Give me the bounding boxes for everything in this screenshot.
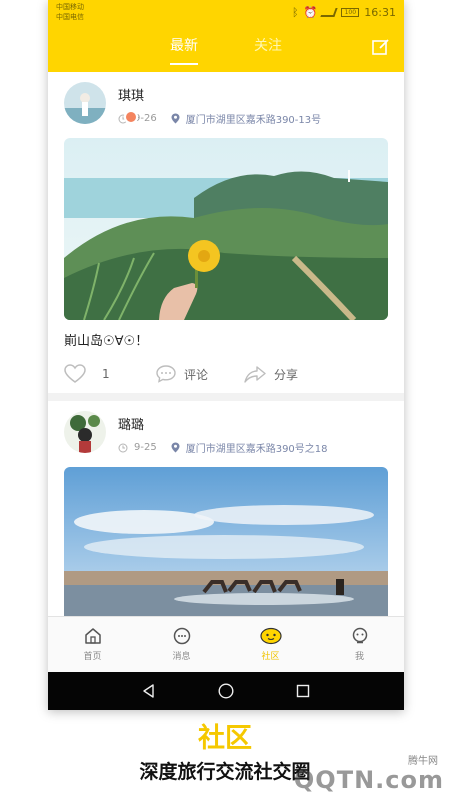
app-header: 最新 关注 (48, 24, 404, 72)
carrier-info: 中国移动 中国电信 (56, 2, 84, 22)
carrier-1: 中国移动 (56, 3, 84, 11)
tabbar-label: 社区 (261, 652, 280, 662)
like-count: 1 (102, 367, 110, 381)
post-actions: 1 评论 分享 (64, 363, 388, 385)
username[interactable]: 琪琪 (118, 85, 321, 104)
location-pin-icon (171, 442, 180, 453)
tabbar-item-home[interactable]: 首页 (48, 617, 137, 672)
post-card[interactable]: 璐璐 9-25 厦门市湖里区嘉禾路390号之18 (48, 110, 404, 616)
meta-row: 9-25 厦门市湖里区嘉禾路390号之18 (118, 440, 328, 455)
status-bar: 中国移动 中国电信 ᛒ ⏰ 100 16:31 (48, 0, 404, 24)
post-card[interactable]: 琪琪 9-26 厦门市湖里区嘉禾路390-13号 崱山岛☉∀☉！ 1 评论 分享 (48, 72, 404, 393)
watermark-text: 腾牛网 (408, 756, 438, 767)
location-pin-icon (171, 113, 180, 124)
home-circle-icon[interactable] (218, 683, 234, 699)
comment-icon (156, 365, 176, 383)
promo-title: 社区 (198, 723, 252, 754)
gender-badge-icon (124, 110, 138, 124)
user-meta: 琪琪 9-26 厦门市湖里区嘉禾路390-13号 (118, 82, 321, 126)
tab-latest[interactable]: 最新 (170, 35, 198, 61)
tabbar-item-profile[interactable]: 我 (315, 617, 404, 672)
tabbar-label: 我 (354, 652, 364, 662)
back-icon[interactable] (142, 684, 156, 698)
meta-row: 9-26 厦门市湖里区嘉禾路390-13号 (118, 111, 321, 126)
share-label: 分享 (274, 367, 299, 382)
post-header: 琪琪 9-26 厦门市湖里区嘉禾路390-13号 (64, 82, 388, 130)
like-button[interactable]: 1 (64, 364, 156, 384)
signal-icon (320, 7, 338, 17)
tabbar-label: 首页 (83, 652, 102, 662)
community-icon (259, 627, 282, 645)
avatar[interactable] (64, 82, 106, 124)
user-meta: 璐璐 9-25 厦门市湖里区嘉禾路390号之18 (118, 411, 328, 455)
post-photo-horses[interactable] (64, 467, 388, 616)
tabbar-label: 消息 (172, 652, 191, 662)
phone-screen: 中国移动 中国电信 ᛒ ⏰ 100 16:31 最新 关注 琪琪 9-26 厦门… (48, 0, 404, 710)
share-icon (244, 366, 266, 383)
clock-icon (118, 443, 128, 452)
bluetooth-icon: ᛒ (291, 5, 299, 19)
edit-icon[interactable] (372, 38, 390, 56)
page: 中国移动 中国电信 ᛒ ⏰ 100 16:31 最新 关注 琪琪 9-26 厦门… (0, 0, 450, 800)
post-header: 璐璐 9-25 厦门市湖里区嘉禾路390号之18 (64, 110, 388, 459)
post-location[interactable]: 厦门市湖里区嘉禾路390-13号 (186, 111, 321, 126)
android-nav-bar (48, 672, 404, 710)
username[interactable]: 璐璐 (118, 414, 328, 433)
comment-button[interactable]: 评论 (156, 365, 244, 383)
recent-apps-icon[interactable] (296, 684, 310, 698)
clock-time: 16:31 (364, 5, 396, 19)
watermark-logo: QQTN.com (293, 766, 444, 794)
alarm-icon: ⏰ (303, 5, 318, 19)
tabbar-item-community[interactable]: 社区 (226, 617, 315, 672)
battery-icon: 100 (341, 7, 360, 17)
carrier-2: 中国电信 (56, 13, 84, 21)
share-button[interactable]: 分享 (244, 365, 298, 383)
feed: 琪琪 9-26 厦门市湖里区嘉禾路390-13号 崱山岛☉∀☉！ 1 评论 分享… (48, 72, 404, 616)
message-icon (173, 627, 190, 645)
home-icon (84, 628, 101, 644)
comment-label: 评论 (184, 367, 209, 382)
tabbar-item-messages[interactable]: 消息 (137, 617, 226, 672)
post-photo-island[interactable] (64, 138, 388, 320)
post-location[interactable]: 厦门市湖里区嘉禾路390号之18 (186, 440, 328, 455)
avatar[interactable] (64, 411, 106, 453)
post-date: 9-25 (134, 442, 157, 453)
tab-following[interactable]: 关注 (254, 35, 282, 61)
status-icons: ᛒ ⏰ 100 16:31 (292, 6, 396, 19)
heart-icon (64, 364, 86, 383)
post-caption: 崱山岛☉∀☉！ (64, 334, 149, 349)
profile-icon (352, 627, 367, 644)
bottom-tab-bar: 首页 消息 社区 我 (48, 616, 404, 672)
